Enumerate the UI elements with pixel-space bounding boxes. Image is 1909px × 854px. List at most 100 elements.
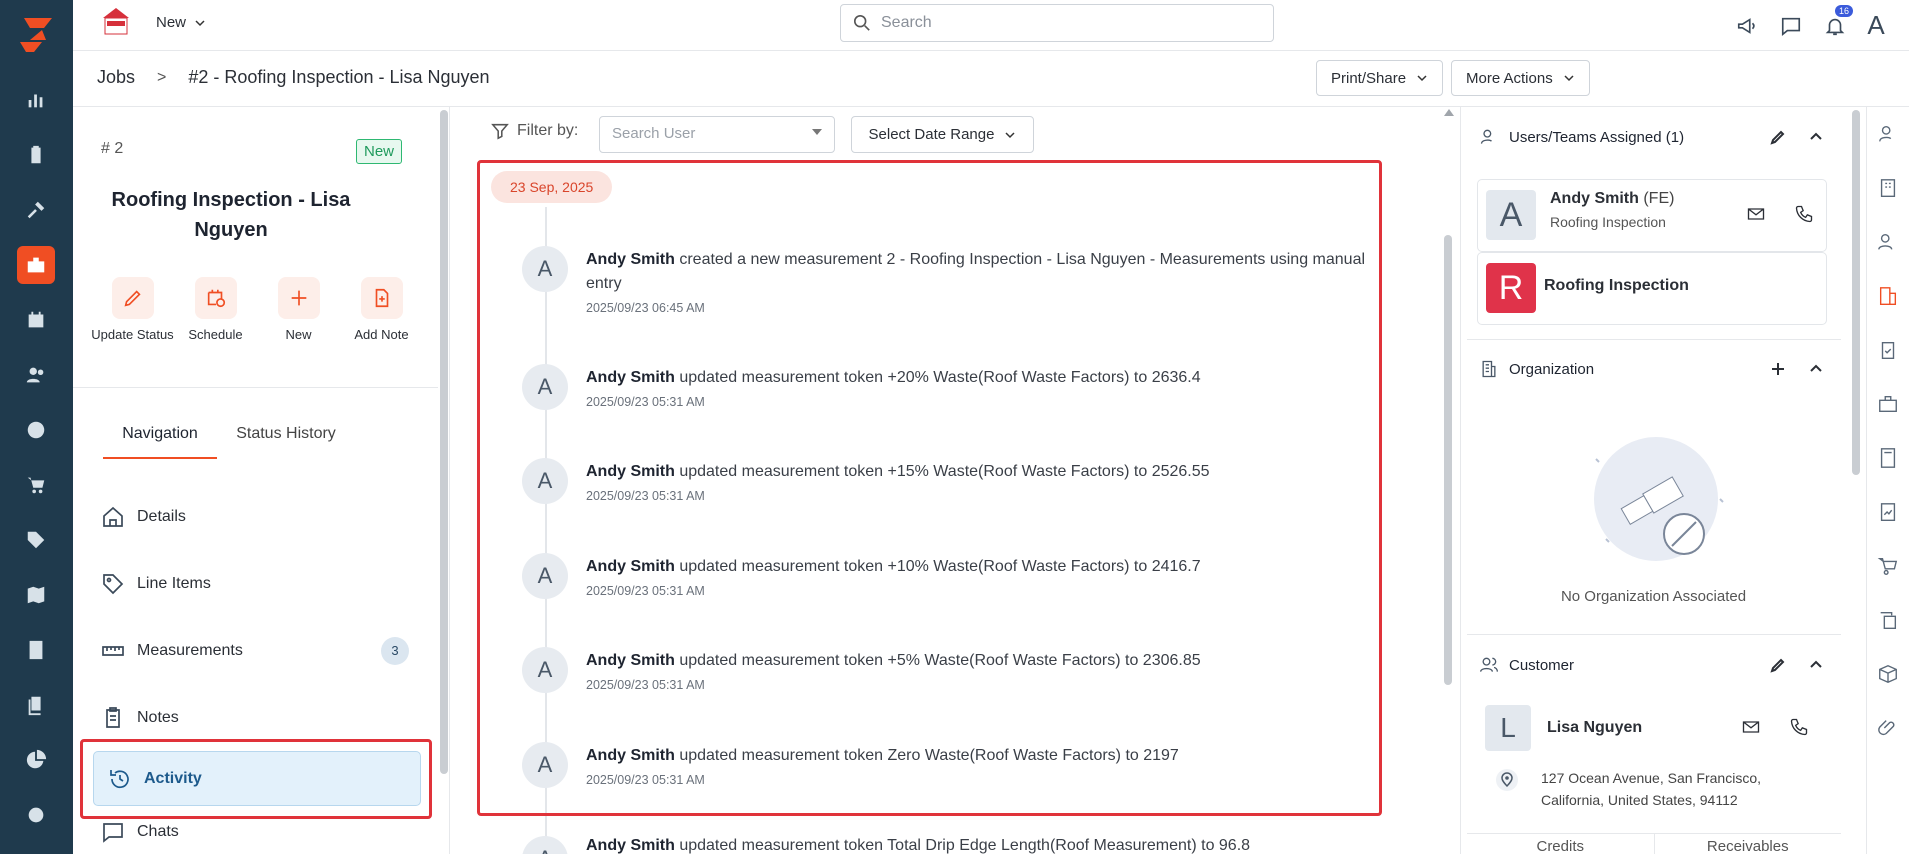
avatar: A (522, 836, 568, 854)
rail-clock-icon[interactable] (17, 411, 55, 449)
strip-cart-icon[interactable] (1877, 555, 1901, 579)
rail-clipboard-icon[interactable] (17, 136, 55, 174)
chat-icon (103, 823, 123, 843)
new-dropdown[interactable]: New (156, 14, 206, 31)
assigned-title: Users/Teams Assigned (1) (1509, 128, 1685, 146)
add-note-label: Add Note (354, 327, 409, 342)
rail-jobs-briefcase-icon[interactable] (17, 246, 55, 284)
right-panel-scrollbar[interactable] (1852, 110, 1860, 475)
breadcrumb-jobs-link[interactable]: Jobs (97, 67, 135, 88)
divider (1467, 339, 1841, 340)
team-name[interactable]: Roofing Inspection (1544, 277, 1689, 295)
notifications-bell-icon[interactable]: 16 (1813, 4, 1857, 37)
assigned-user-role: (FE) (1643, 190, 1675, 207)
home-icon (103, 506, 123, 527)
email-icon[interactable] (1746, 204, 1766, 227)
activity-feed-scrollbar[interactable] (1444, 235, 1452, 685)
strip-clipboard-check-icon[interactable] (1877, 339, 1901, 363)
user-assign-icon (1480, 129, 1492, 144)
activity-user[interactable]: Andy Smith (586, 837, 675, 854)
tab-receivables[interactable]: Receivables (1653, 834, 1842, 854)
chat-bubble-icon[interactable] (1769, 15, 1813, 37)
rail-dashboard-icon[interactable] (17, 81, 55, 119)
rail-cart-icon[interactable] (17, 466, 55, 504)
plus-icon[interactable] (1770, 361, 1786, 377)
strip-invoice-icon[interactable] (1877, 501, 1901, 525)
strip-user-assign-icon[interactable] (1877, 123, 1901, 147)
nav-item-measurements[interactable]: Measurements 3 (87, 617, 427, 684)
nav-item-details[interactable]: Details (87, 483, 427, 550)
more-actions-button[interactable]: More Actions (1451, 60, 1590, 96)
rail-pie-chart-icon[interactable] (17, 741, 55, 779)
rail-tag-icon[interactable] (17, 521, 55, 559)
search-input[interactable] (881, 14, 1241, 32)
phone-icon[interactable] (1794, 204, 1814, 227)
rail-contacts-icon[interactable] (17, 356, 55, 394)
update-status-button[interactable]: Update Status (91, 277, 174, 342)
scroll-up-arrow-icon[interactable] (1444, 109, 1454, 116)
schedule-button[interactable]: Schedule (174, 277, 257, 342)
chevron-down-icon (1417, 75, 1427, 82)
strip-calculator-icon[interactable] (1877, 447, 1901, 471)
search-user-select[interactable]: Search User (599, 116, 835, 153)
rail-map-icon[interactable] (17, 576, 55, 614)
user-avatar[interactable]: A (1857, 10, 1895, 41)
tab-credits[interactable]: Credits (1467, 834, 1654, 854)
email-icon[interactable] (1741, 717, 1761, 740)
edit-pencil-icon[interactable] (1770, 657, 1786, 673)
search-user-placeholder: Search User (612, 125, 696, 142)
strip-building-icon[interactable] (1877, 177, 1901, 201)
rail-documents-icon[interactable] (17, 686, 55, 724)
app-logo[interactable] (16, 14, 56, 54)
rail-settings-gear-icon[interactable] (17, 796, 55, 834)
chevron-up-icon[interactable] (1808, 657, 1824, 673)
right-icon-strip (1866, 107, 1909, 854)
strip-copy-icon[interactable] (1877, 609, 1901, 633)
clipboard-icon (106, 706, 120, 728)
assigned-user-name[interactable]: Andy Smith (1550, 190, 1639, 207)
tab-status-history[interactable]: Status History (229, 425, 343, 459)
activity-feed-highlight-box (477, 160, 1382, 816)
rail-calculator-icon[interactable] (17, 631, 55, 669)
tab-navigation[interactable]: Navigation (103, 425, 217, 459)
update-status-label: Update Status (91, 327, 174, 342)
announcements-megaphone-icon[interactable] (1725, 15, 1769, 37)
strip-organization-icon[interactable] (1877, 285, 1901, 309)
strip-customers-icon[interactable] (1877, 231, 1901, 255)
organization-section-header: Organization (1479, 359, 1824, 379)
top-bar: New 16 A (73, 0, 1909, 51)
rail-tools-icon[interactable] (17, 191, 55, 229)
nav-item-line-items[interactable]: Line Items (87, 550, 427, 617)
chevron-up-icon[interactable] (1808, 361, 1824, 377)
more-actions-label: More Actions (1466, 69, 1553, 87)
quick-actions: Update Status Schedule New Add Note (91, 277, 423, 342)
breadcrumb-bar: Jobs > #2 - Roofing Inspection - Lisa Ng… (73, 52, 1909, 107)
customer-card: L (1477, 701, 1827, 759)
rail-calendar-icon[interactable] (17, 301, 55, 339)
date-range-button[interactable]: Select Date Range (851, 116, 1034, 153)
calendar-clock-icon (207, 289, 225, 308)
strip-box-icon[interactable] (1877, 663, 1901, 687)
no-organization-text: No Organization Associated (1560, 588, 1747, 605)
status-badge: New (356, 139, 403, 164)
nav-item-label: Measurements (137, 641, 243, 659)
assigned-user-team: Roofing Inspection (1550, 214, 1666, 230)
breadcrumb: Jobs > #2 - Roofing Inspection - Lisa Ng… (97, 67, 490, 88)
filter-funnel-icon (491, 123, 509, 140)
assigned-section-header: Users/Teams Assigned (1) (1479, 127, 1824, 147)
new-action-button[interactable]: New (257, 277, 340, 342)
strip-briefcase-icon[interactable] (1877, 393, 1901, 417)
left-panel-scrollbar[interactable] (440, 110, 448, 774)
filter-label: Filter by: (517, 122, 579, 139)
print-share-button[interactable]: Print/Share (1316, 60, 1444, 96)
job-title: Roofing Inspection - Lisa Nguyen (111, 189, 351, 241)
strip-paperclip-icon[interactable] (1877, 717, 1901, 741)
pencil-icon (124, 290, 141, 307)
add-note-button[interactable]: Add Note (340, 277, 423, 342)
assigned-user-card: A Andy Smith (FE) Roofing Inspection (1477, 179, 1827, 252)
chevron-up-icon[interactable] (1808, 129, 1824, 145)
edit-pencil-icon[interactable] (1770, 129, 1786, 145)
customer-name[interactable]: Lisa Nguyen (1547, 719, 1642, 737)
global-search[interactable] (840, 4, 1274, 42)
phone-icon[interactable] (1789, 717, 1809, 740)
